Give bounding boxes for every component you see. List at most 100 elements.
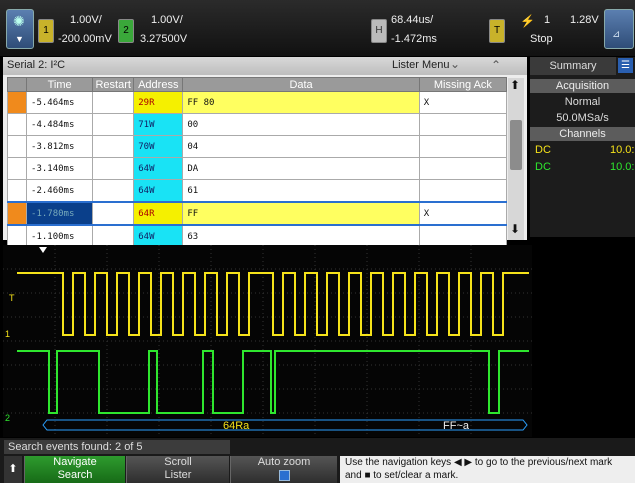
softkey-bar: Search events found: 2 of 5 ⬆ Navigate S… [0,438,635,483]
run-state: Stop [530,33,553,45]
chevron-down-icon[interactable]: ⌄ [450,57,460,71]
channel-1-badge[interactable]: 1 [38,19,54,43]
status-bar: ✺ ▼ 1 1.00V/ -200.00mV 2 1.00V/ 3.27500V… [0,0,635,56]
ch2-scale: 1.00V/ [151,14,183,26]
row-address: 64R [133,201,184,226]
waveform-graticule: 64Ra FF~a T 1 2 [3,245,532,437]
lister-scrollbar[interactable]: ⬆ ⬇ [508,78,524,240]
row-marker [6,91,28,114]
table-row[interactable]: -4.484ms 71W 00 [6,113,508,136]
horizontal-delay: -1.472ms [391,33,437,45]
table-row[interactable]: -3.812ms 70W 04 [6,135,508,158]
row-address: 64W [133,179,184,203]
checkbox-icon[interactable] [278,470,290,481]
scroll-down-icon[interactable]: ⬇ [510,222,520,236]
scroll-lister-button[interactable]: Scroll Lister [126,456,229,483]
table-row[interactable]: -3.140ms 64W DA [6,157,508,180]
lister-menu-button[interactable]: Lister Menu [392,59,449,71]
trigger-level: 1.28V [570,14,599,26]
row-data: FF [182,201,420,226]
table-row-selected[interactable]: -1.780ms 64R FF X [6,201,508,226]
column-data: Data [182,77,420,92]
row-restart [92,201,135,226]
row-data: 04 [182,135,420,158]
autozoom-label: Auto zoom [257,456,311,468]
scroll-thumb[interactable] [510,120,522,170]
chevron-up-icon[interactable]: ⌃ [491,58,501,72]
row-time: -5.464ms [26,91,94,114]
row-address: 29R [133,91,184,114]
decode-label-right: FF~a [443,420,470,432]
column-restart: Restart [92,77,135,92]
acquisition-mode: Normal [564,96,601,108]
row-missing-ack [418,157,508,180]
ch1-scale: 1.00V/ [70,14,102,26]
acquisition-rate: 50.0MSa/s [556,112,609,124]
ch1-coupling: DC [535,144,551,156]
row-marker [6,135,28,158]
table-row[interactable]: -2.460ms 64W 61 [6,179,508,203]
ch2-waveform [17,350,529,414]
panel-list-icon[interactable]: ☰ [618,58,633,73]
trigger-position-marker [39,247,47,253]
row-time: -4.484ms [26,113,94,136]
menu-button[interactable]: ✺ ▼ [6,9,34,49]
row-restart [92,91,135,114]
back-arrow-icon[interactable]: ⬆ [4,456,22,483]
row-restart [92,157,135,180]
row-address: 64W [133,157,184,180]
marker-t: T [9,293,15,303]
row-marker [6,113,28,136]
ch2-offset: 3.27500V [140,33,188,45]
row-data: 00 [182,113,420,136]
acquisition-header: Acquisition [530,79,635,93]
table-row[interactable]: -5.464ms 29R FF 80 X [6,91,508,114]
column-marker [6,77,28,92]
scroll-label: Scroll [164,456,192,468]
row-restart [92,179,135,203]
waveform-display[interactable]: 64Ra FF~a T 1 2 [3,245,532,437]
channel-2-badge[interactable]: 2 [118,19,134,43]
sun-icon: ✺ [13,13,25,29]
ch1-waveform [17,272,529,336]
navigate-search-button[interactable]: Navigate Search [24,456,125,483]
table-header-row: Time Restart Address Data Missing Ack [6,77,508,92]
trigger-edge-icon: ⚡ [520,14,535,28]
trigger-badge[interactable]: T [489,19,505,43]
tab-summary[interactable]: Summary [530,57,616,75]
row-missing-ack [418,179,508,203]
side-panel: Summary ☰ Acquisition Normal 50.0MSa/s C… [530,57,635,237]
trigger-mode-button[interactable]: ⊿ [604,9,634,49]
row-marker [6,201,28,226]
decode-label-left: 64Ra [223,420,250,432]
channels-header: Channels [530,127,635,141]
help-line-2: and ■ to set/clear a mark. [345,470,459,481]
row-address: 71W [133,113,184,136]
row-address: 70W [133,135,184,158]
ch2-probe: 10.0:1 [610,161,635,173]
lister-table: Time Restart Address Data Missing Ack -5… [6,77,508,248]
horizontal-scale: 68.44us/ [391,14,434,26]
auto-zoom-button[interactable]: Auto zoom [230,456,337,483]
row-data: 61 [182,179,420,203]
chevron-down-icon: ▼ [15,34,24,44]
column-time: Time [26,77,94,92]
help-line-1: Use the navigation keys ◀ ▶ to go to the… [345,457,613,468]
row-time: -3.140ms [26,157,94,180]
marker-2: 2 [5,413,10,423]
row-missing-ack: X [418,91,508,114]
navigate-label: Navigate [53,456,97,468]
lister-title: Serial 2: I²C [7,59,66,71]
column-missing-ack: Missing Ack [418,77,508,92]
trigger-mode-icon: ⊿ [612,29,621,40]
row-time: -2.460ms [26,179,94,203]
marker-1: 1 [5,329,10,339]
row-marker [6,179,28,203]
row-data: DA [182,157,420,180]
trigger-channel: 1 [544,14,551,26]
lister-panel: Serial 2: I²C Lister Menu ⌄ ⌃ Time Resta… [3,57,527,248]
scroll-up-icon[interactable]: ⬆ [510,78,520,92]
horizontal-badge[interactable]: H [371,19,387,43]
lister-title-bar: Serial 2: I²C Lister Menu ⌄ ⌃ [3,57,527,75]
column-address: Address [133,77,184,92]
